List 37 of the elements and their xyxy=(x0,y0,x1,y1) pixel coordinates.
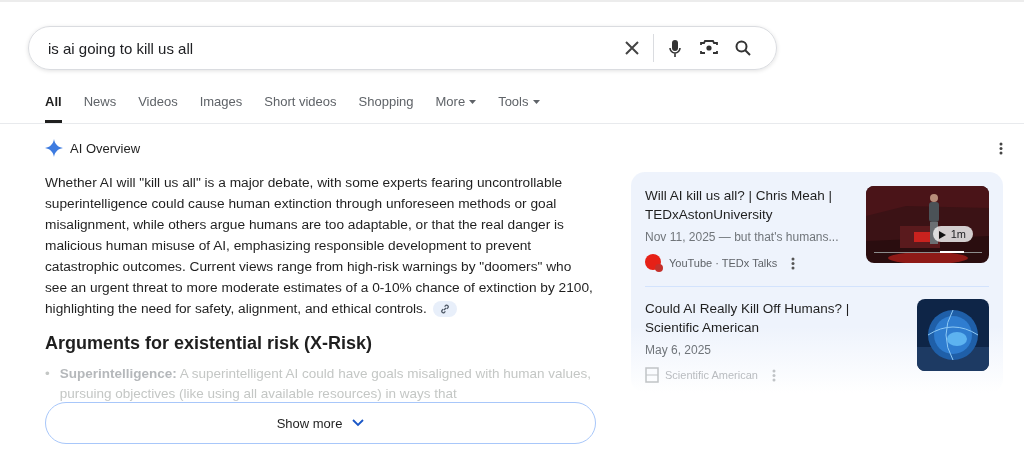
more-options-icon[interactable] xyxy=(791,256,796,270)
sparkle-icon xyxy=(45,139,63,157)
source-title-link[interactable]: Will AI kill us all? | Chris Meah | TEDxAstonUniversity xyxy=(645,186,856,224)
search-tab[interactable]: Videos xyxy=(138,88,178,123)
source-title-link[interactable]: Could AI Really Kill Off Humans? | Scientific American xyxy=(645,299,907,337)
overview-summary: Whether AI will "kill us all" is a major debate, with some experts fearing uncontrollable superintelligence could cause human extinction through unforeseen methods or goal misalignment, while others argue humans are too adaptable, or that the real danger is malicious human misuse of AI, emphasizing responsible development to prevent catastrophic outcomes. Current views range from high-risk warnings by "doomers" who see an urgent threat to more moderate estimates of a 0-10% chance of extinction by 2100, highlighting the need for safety, alignment, and ethical controls. xyxy=(45,174,594,319)
section-heading: Arguments for existential risk (X-Risk) xyxy=(45,333,374,354)
play-icon xyxy=(938,231,946,239)
search-icon xyxy=(735,40,751,56)
search-input[interactable]: is ai going to kill us all xyxy=(46,38,615,58)
dropdown-tab[interactable]: More xyxy=(435,88,477,123)
search-tab[interactable]: Short videos xyxy=(264,88,337,123)
citation-link-button[interactable] xyxy=(432,301,457,318)
search-tab[interactable]: Images xyxy=(199,88,243,123)
video-duration: 1m xyxy=(932,226,973,242)
search-tab[interactable]: All xyxy=(45,88,62,123)
more-options-icon[interactable] xyxy=(999,141,1003,155)
show-more-button[interactable]: Show more xyxy=(45,402,596,444)
source-name: Scientific American xyxy=(665,369,758,381)
bullet-marker: • xyxy=(45,365,50,383)
source-snippet: Nov 11, 2025 — but that's humans... xyxy=(645,230,840,244)
link-icon xyxy=(439,304,450,315)
close-icon xyxy=(625,41,639,55)
channel-logo-icon xyxy=(645,254,663,272)
caret-icon xyxy=(469,100,477,104)
dropdown-tab[interactable]: Tools xyxy=(498,88,540,123)
search-tab[interactable]: Shopping xyxy=(358,88,414,123)
chevron-down-icon xyxy=(352,419,365,427)
source-snippet: May 6, 2025 xyxy=(645,343,713,357)
source-name: YouTube · TEDx Talks xyxy=(669,257,778,269)
bullet-text: Superintelligence: A superintelligent AI could have goals misaligned with human values, pursuing objectives (like using all available resources) in ways that xyxy=(59,365,593,403)
search-tab[interactable]: News xyxy=(83,88,117,123)
caret-icon xyxy=(532,100,540,104)
camera-icon xyxy=(700,40,718,56)
overview-title: AI Overview xyxy=(70,140,141,156)
publisher-logo-icon xyxy=(645,367,659,383)
microphone-icon xyxy=(669,39,681,57)
